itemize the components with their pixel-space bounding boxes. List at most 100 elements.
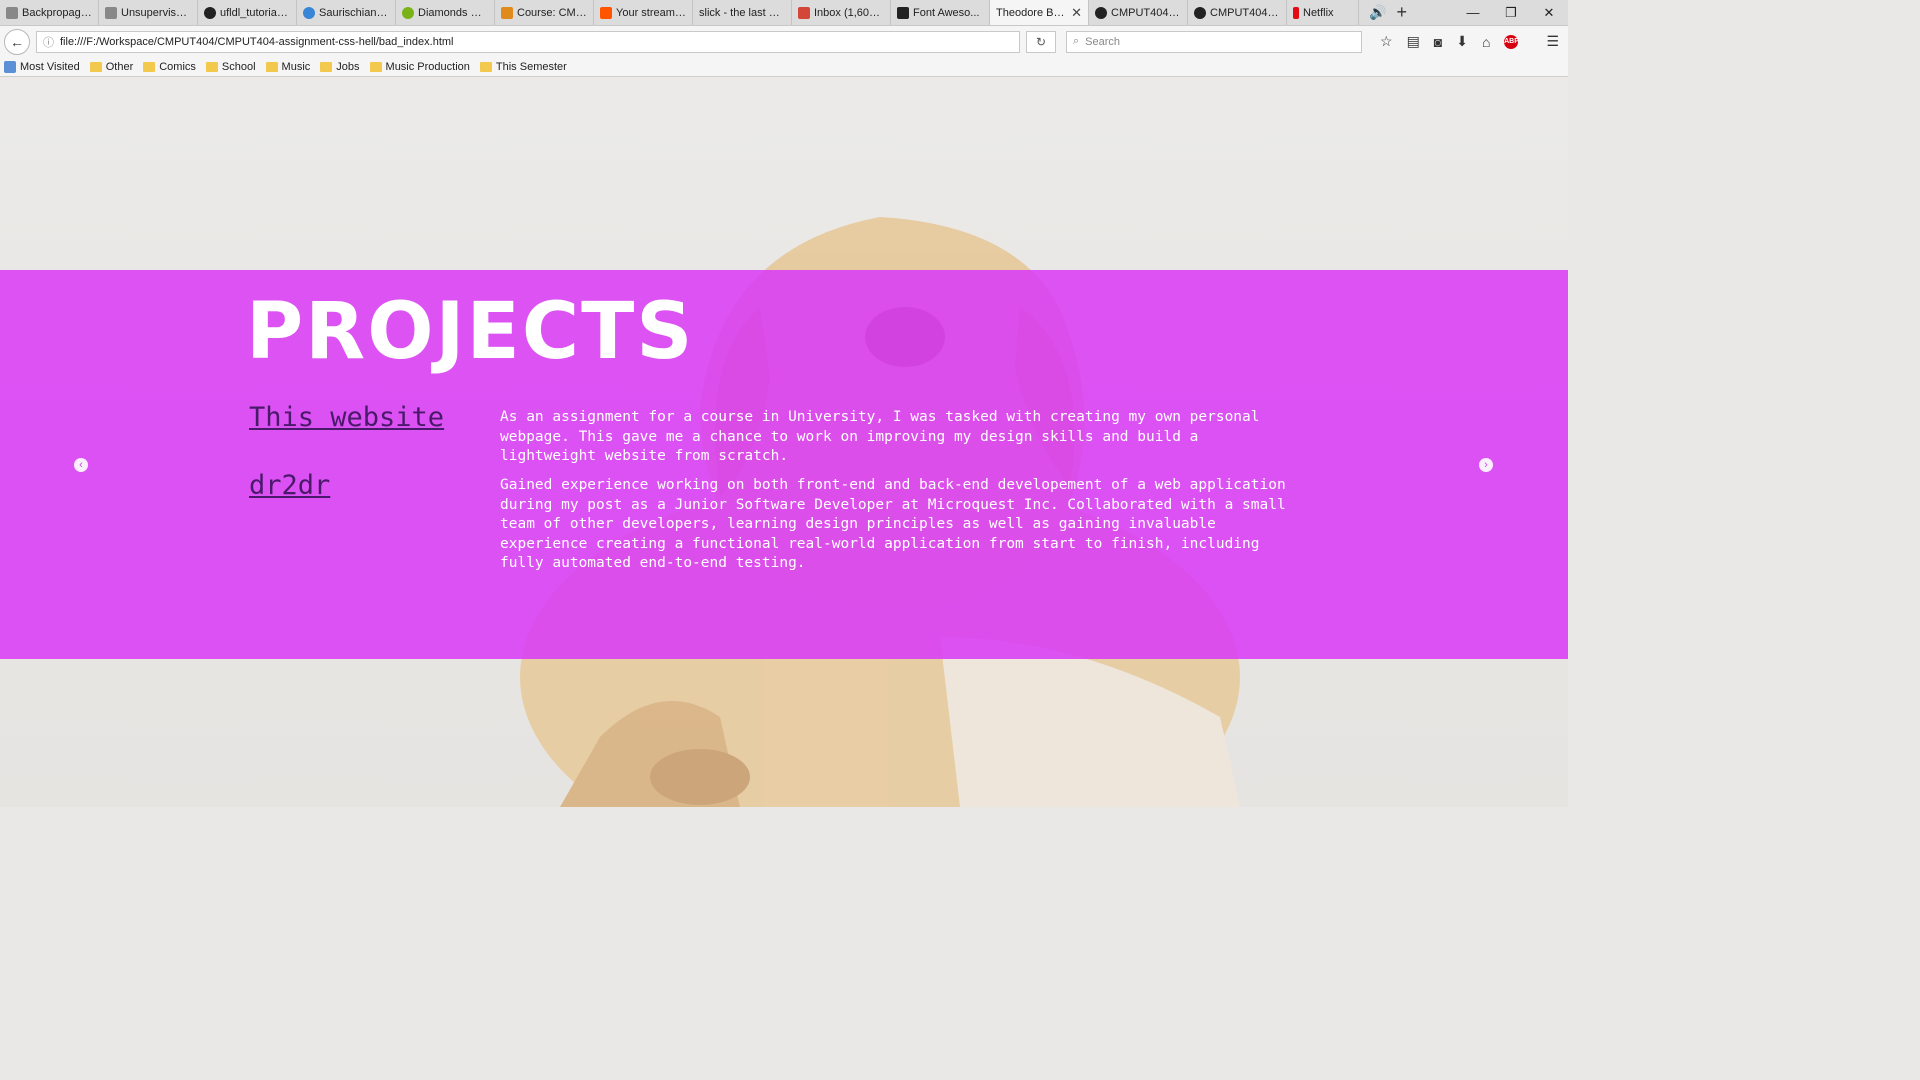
- page-content: PROJECTS This website As an assignment f…: [0, 77, 1568, 807]
- tab-label: slick - the last car...: [699, 6, 785, 19]
- bookmark-star-icon[interactable]: ☆: [1380, 33, 1393, 50]
- tab-label: Font Aweso...: [913, 6, 980, 19]
- tab-5[interactable]: Course: CMP...: [495, 0, 594, 25]
- chevron-left-icon: ‹: [79, 459, 83, 471]
- tab-3[interactable]: Saurischians ...: [297, 0, 396, 25]
- close-tab-icon[interactable]: ✕: [1071, 5, 1082, 21]
- carousel-next-button[interactable]: ›: [1479, 458, 1493, 472]
- tab-label: Backpropagation ...: [22, 6, 92, 19]
- browser-chrome: Backpropagation ... Unsupervised Fea... …: [0, 0, 1568, 77]
- tab-4[interactable]: Diamonds Da...: [396, 0, 495, 25]
- tab-label: Theodore Bro...: [996, 6, 1068, 19]
- bookmark-label: Jobs: [336, 60, 360, 73]
- close-window-icon[interactable]: ✕: [1530, 0, 1568, 25]
- tab-label: Saurischians ...: [319, 6, 389, 19]
- pocket-icon[interactable]: ◙: [1434, 34, 1442, 50]
- download-icon[interactable]: ⬇: [1456, 33, 1468, 50]
- tab-label: Unsupervised Fea...: [121, 6, 191, 19]
- folder-icon: [143, 61, 156, 72]
- bookmarks-icon: [4, 60, 16, 73]
- back-button[interactable]: ←: [4, 28, 30, 55]
- tab-2[interactable]: ufldl_tutorial/...: [198, 0, 297, 25]
- tab-9[interactable]: Font Aweso...: [891, 0, 990, 25]
- project-description: As an assignment for a course in Univers…: [500, 409, 1260, 464]
- tab-label: Diamonds Da...: [418, 6, 488, 19]
- bookmark-this-semester[interactable]: This Semester: [479, 60, 567, 73]
- tab-11[interactable]: CMPUT404-a...: [1089, 0, 1188, 25]
- spotify-icon: [402, 6, 414, 19]
- tab-bar: Backpropagation ... Unsupervised Fea... …: [0, 0, 1568, 26]
- reading-list-icon[interactable]: ▤: [1407, 33, 1420, 50]
- tab-7[interactable]: slick - the last car...: [693, 0, 792, 25]
- bookmark-music-production[interactable]: Music Production: [369, 60, 470, 73]
- url-bar[interactable]: ⓘ file:///F:/Workspace/CMPUT404/CMPUT404…: [36, 30, 1020, 53]
- toolbar-icons: ☆ ▤ ◙ ⬇ ⌂ ABP ☰: [1380, 33, 1559, 50]
- infinity-icon: [303, 6, 315, 19]
- reload-button[interactable]: ↻: [1026, 30, 1056, 53]
- tab-favicon-icon: [105, 6, 117, 19]
- tab-8[interactable]: Inbox (1,609) ...: [792, 0, 891, 25]
- tab-1[interactable]: Unsupervised Fea...: [99, 0, 198, 25]
- reload-icon: ↻: [1035, 34, 1047, 49]
- window-controls: — ❐ ✕: [1454, 0, 1568, 25]
- soundcloud-icon: [600, 6, 612, 19]
- carousel-prev-button[interactable]: ‹: [74, 458, 88, 472]
- github-icon: [1095, 6, 1107, 19]
- search-input[interactable]: ⌕ Search: [1066, 30, 1362, 53]
- restore-icon[interactable]: ❐: [1492, 0, 1530, 25]
- tab-6[interactable]: Your stream ...: [594, 0, 693, 25]
- menu-icon[interactable]: ☰: [1546, 33, 1559, 50]
- tab-favicon-icon: [6, 6, 18, 19]
- tab-label: Your stream ...: [616, 6, 686, 19]
- new-tab-button[interactable]: +: [1396, 2, 1407, 23]
- adblock-icon[interactable]: ABP: [1504, 34, 1519, 49]
- home-icon[interactable]: ⌂: [1482, 34, 1490, 50]
- folder-icon: [369, 61, 382, 72]
- netflix-icon: [1293, 6, 1299, 19]
- info-icon[interactable]: ⓘ: [43, 34, 54, 50]
- tab-label: Netflix: [1303, 6, 1334, 19]
- tab-label: Course: CMP...: [517, 6, 587, 19]
- tab-label: CMPUT404-a...: [1210, 6, 1280, 19]
- search-placeholder: Search: [1085, 35, 1121, 48]
- bookmark-most-visited[interactable]: Most Visited: [4, 60, 80, 73]
- bookmark-comics[interactable]: Comics: [143, 61, 196, 73]
- project-link-dr2dr[interactable]: dr2dr: [249, 470, 330, 501]
- folder-icon: [265, 61, 278, 72]
- bookmark-label: This Semester: [495, 60, 567, 73]
- tab-label: ufldl_tutorial/...: [220, 6, 290, 19]
- minimize-icon[interactable]: —: [1454, 0, 1492, 25]
- bookmark-label: Music: [281, 60, 311, 73]
- tab-12[interactable]: CMPUT404-a...: [1188, 0, 1287, 25]
- flag-icon: [897, 6, 909, 19]
- arrow-left-icon: ←: [10, 33, 24, 50]
- bookmark-other[interactable]: Other: [89, 61, 133, 73]
- project-description: Gained experience working on both front-…: [500, 477, 1286, 571]
- github-icon: [1194, 6, 1206, 19]
- tab-extras: 🔊 +: [1359, 0, 1407, 25]
- bookmark-label: Music Production: [385, 60, 470, 73]
- bookmark-label: Most Visited: [20, 60, 80, 73]
- folder-icon: [205, 61, 218, 72]
- tab-13[interactable]: Netflix: [1287, 0, 1359, 25]
- url-text[interactable]: file:///F:/Workspace/CMPUT404/CMPUT404-a…: [60, 36, 1013, 48]
- github-icon: [204, 6, 216, 19]
- bookmark-label: Comics: [159, 60, 196, 73]
- bookmark-school[interactable]: School: [205, 60, 256, 73]
- chevron-right-icon: ›: [1484, 459, 1488, 471]
- gmail-icon: [798, 6, 810, 19]
- projects-heading: PROJECTS: [246, 287, 695, 377]
- nav-bar: ← ⓘ file:///F:/Workspace/CMPUT404/CMPUT4…: [0, 26, 1568, 57]
- tab-0[interactable]: Backpropagation ...: [0, 0, 99, 25]
- speaker-icon[interactable]: 🔊: [1369, 4, 1386, 21]
- bookmark-music[interactable]: Music: [265, 60, 311, 73]
- tab-10[interactable]: Theodore Bro... ✕: [990, 0, 1089, 25]
- bookmarks-bar: Most Visited Other Comics School Music J…: [0, 57, 1568, 77]
- folder-icon: [320, 61, 333, 72]
- tab-label: Inbox (1,609) ...: [814, 6, 884, 19]
- tab-label: CMPUT404-a...: [1111, 6, 1181, 19]
- moodle-icon: [501, 6, 513, 19]
- bookmark-label: School: [221, 60, 256, 73]
- bookmark-jobs[interactable]: Jobs: [320, 60, 360, 73]
- project-link-this-website[interactable]: This website: [249, 402, 444, 433]
